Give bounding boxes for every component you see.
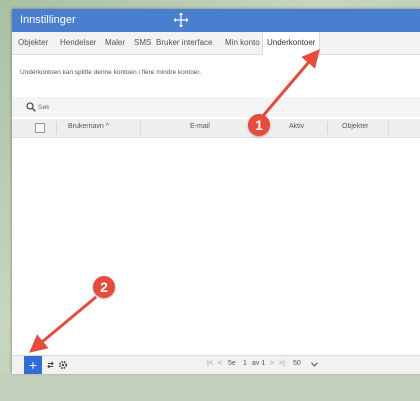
arrow-icon (260, 49, 320, 118)
arrow-icon (29, 295, 97, 353)
annotation-marker-2: 2 (93, 276, 115, 298)
annotation-arrows (29, 49, 320, 353)
annotation-marker-1: 1 (248, 114, 270, 136)
